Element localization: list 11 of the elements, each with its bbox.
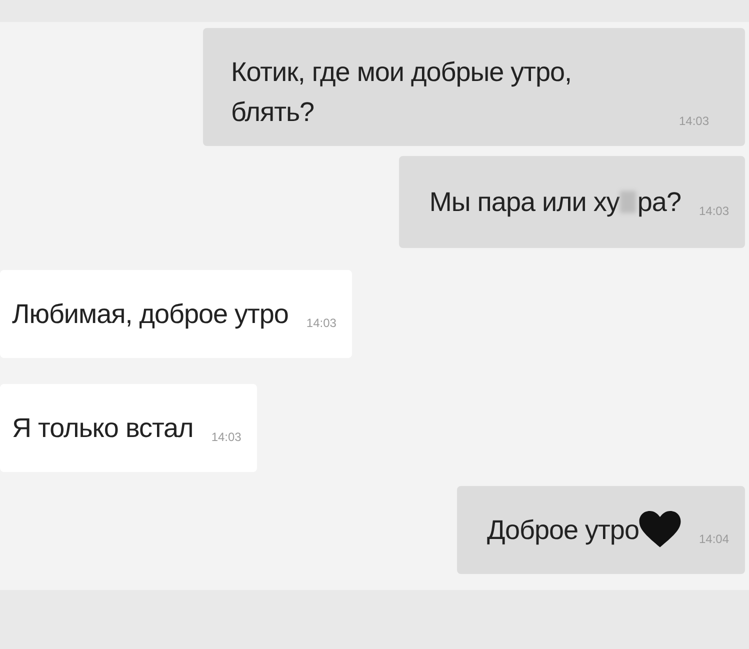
message-time: 14:03 <box>306 315 336 332</box>
message-text: Мы пара или ху <box>429 186 620 219</box>
message-text: Любимая, доброе утро <box>12 298 288 331</box>
message-text: Доброе утро <box>486 514 639 547</box>
message-time: 14:03 <box>679 113 710 130</box>
message-time: 14:03 <box>211 429 242 446</box>
message-text: Я только встал <box>12 412 194 445</box>
message-time: 14:03 <box>698 203 729 220</box>
message-text: ра? <box>637 186 681 219</box>
message-time: 14:04 <box>698 531 729 548</box>
message-text: Котик, где мои добрые утро, блять? <box>231 56 573 129</box>
